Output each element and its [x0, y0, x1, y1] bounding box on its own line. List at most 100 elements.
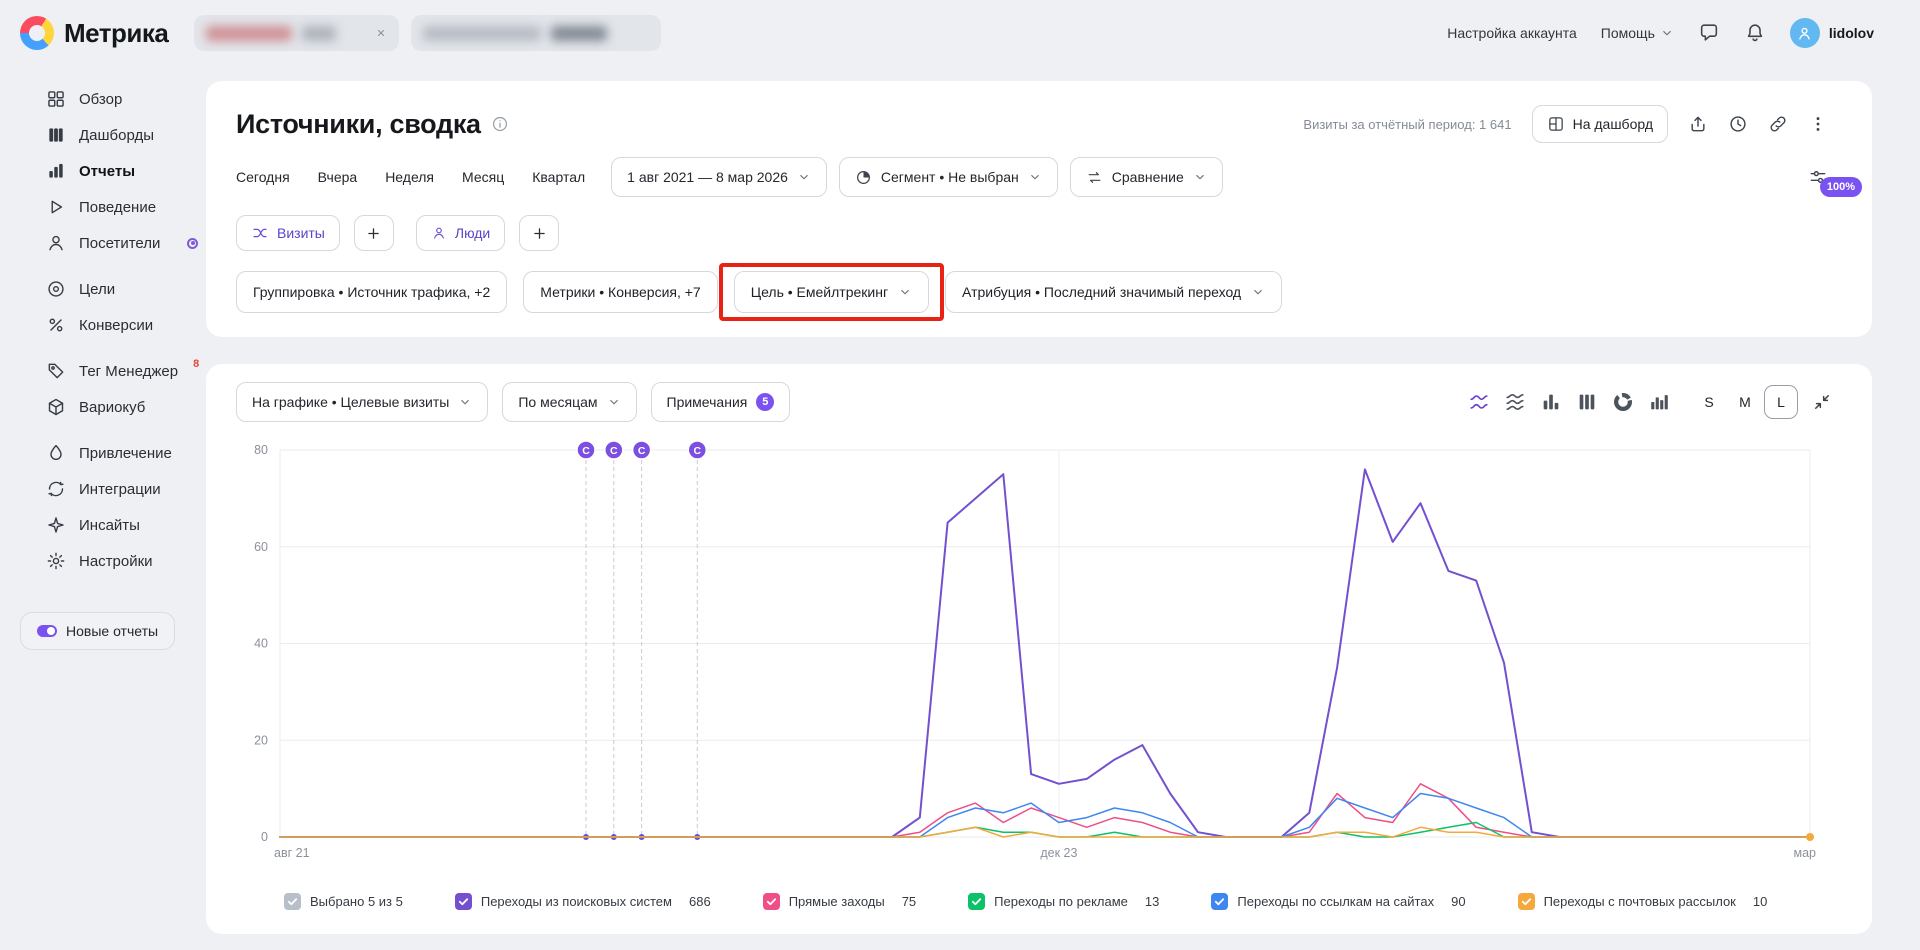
help-label: Помощь: [1601, 25, 1655, 41]
metrica-logo[interactable]: Метрика: [20, 16, 168, 50]
avatar: [1790, 18, 1820, 48]
segment-icon: [855, 169, 872, 186]
redacted-counter-value: [551, 26, 607, 41]
user-menu[interactable]: lidolov: [1790, 18, 1874, 48]
histogram-icon[interactable]: [1644, 387, 1674, 417]
sidebar-item-integrations[interactable]: Интеграции: [0, 474, 206, 504]
more-menu-icon[interactable]: [1808, 114, 1828, 134]
svg-text:0: 0: [261, 830, 268, 844]
filter-chip-metrics[interactable]: Метрики • Конверсия, +7: [523, 271, 717, 313]
sidebar-item-tag-manager[interactable]: Тег Менеджер8: [0, 356, 206, 386]
legend-checkbox[interactable]: [455, 893, 472, 910]
sidebar-item-dashboards[interactable]: Дашборды: [0, 120, 206, 150]
sidebar-item-label: Конверсии: [79, 317, 153, 334]
counter-selector: [194, 15, 661, 51]
note-marker[interactable]: C: [605, 441, 623, 459]
filter-row: Группировка • Источник трафика, +2 Метрик…: [236, 271, 1828, 313]
add-to-dashboard-button[interactable]: На дашборд: [1532, 105, 1668, 143]
filter-chip-label: Метрики • Конверсия, +7: [540, 284, 700, 300]
sidebar-item-acquisition[interactable]: Привлечение: [0, 438, 206, 468]
account-settings-link[interactable]: Настройка аккаунта: [1447, 25, 1577, 41]
period-tab-1[interactable]: Вчера: [318, 169, 358, 185]
copy-link-icon[interactable]: [1768, 114, 1788, 134]
note-marker[interactable]: C: [577, 441, 595, 459]
legend-checkbox[interactable]: [284, 893, 301, 910]
legend-checkbox[interactable]: [968, 893, 985, 910]
grouping-select[interactable]: По месяцам: [502, 382, 636, 422]
compare-icon: [1086, 169, 1103, 186]
legend-value: 90: [1451, 894, 1465, 909]
legend-label: Переходы по ссылкам на сайтах: [1237, 894, 1434, 909]
line-chart-icon[interactable]: [1464, 387, 1494, 417]
filter-chip-goal[interactable]: Цель • Емейлтрекинг: [734, 271, 929, 313]
comparison-picker[interactable]: Сравнение: [1070, 157, 1223, 197]
help-menu[interactable]: Помощь: [1601, 25, 1674, 41]
legend-item-4[interactable]: Переходы с почтовых рассылок10: [1518, 893, 1768, 910]
svg-text:C: C: [693, 445, 701, 457]
period-tab-2[interactable]: Неделя: [385, 169, 434, 185]
sidebar-item-reports[interactable]: Отчеты: [0, 156, 206, 186]
add-visits-metric-button[interactable]: [354, 215, 394, 251]
visits-metric-button[interactable]: Визиты: [236, 215, 340, 251]
filter-chip-attribution[interactable]: Атрибуция • Последний значимый переход: [945, 271, 1282, 313]
close-icon[interactable]: [375, 27, 387, 39]
bar-chart-icon[interactable]: [1536, 387, 1566, 417]
sidebar-item-label: Интеграции: [79, 481, 161, 498]
period-tab-0[interactable]: Сегодня: [236, 169, 290, 185]
chevron-down-icon: [1193, 170, 1207, 184]
sidebar-item-settings[interactable]: Настройки: [0, 546, 206, 576]
donut-chart-icon[interactable]: [1608, 387, 1638, 417]
date-range-picker[interactable]: 1 авг 2021 — 8 мар 2026: [611, 157, 827, 197]
on-chart-select[interactable]: На графике • Целевые визиты: [236, 382, 488, 422]
segment-picker[interactable]: Сегмент • Не выбран: [839, 157, 1058, 197]
area-chart-icon[interactable]: [1500, 387, 1530, 417]
sidebar-item-variocube[interactable]: Вариокуб: [0, 392, 206, 422]
settings-icon: [46, 551, 66, 571]
sidebar-item-behavior[interactable]: Поведение: [0, 192, 206, 222]
info-icon[interactable]: [491, 115, 509, 133]
period-tab-4[interactable]: Квартал: [532, 169, 585, 185]
collapse-icon[interactable]: [1812, 392, 1832, 412]
size-button-S[interactable]: S: [1692, 385, 1726, 419]
notifications-bell-icon[interactable]: [1744, 22, 1766, 44]
live-visitors-dot: [187, 238, 198, 249]
notes-button[interactable]: Примечания 5: [651, 382, 791, 422]
legend-checkbox[interactable]: [1518, 893, 1535, 910]
people-metric-button[interactable]: Люди: [416, 215, 505, 251]
legend-label: Выбрано 5 из 5: [310, 894, 403, 909]
counter-chip[interactable]: [194, 15, 399, 51]
sidebar-item-goals[interactable]: Цели: [0, 274, 206, 304]
counter-search-chip[interactable]: [411, 15, 661, 51]
chat-icon[interactable]: [1698, 22, 1720, 44]
filter-chip-label: Группировка • Источник трафика, +2: [253, 284, 490, 300]
filter-chip-grouping[interactable]: Группировка • Источник трафика, +2: [236, 271, 507, 313]
legend-select-all[interactable]: Выбрано 5 из 5: [284, 893, 403, 910]
chevron-down-icon: [1660, 26, 1674, 40]
legend-item-0[interactable]: Переходы из поисковых систем686: [455, 893, 711, 910]
sidebar-item-visitors[interactable]: Посетители: [0, 228, 206, 258]
sidebar-item-conversions[interactable]: Конверсии: [0, 310, 206, 340]
visitors-icon: [46, 233, 66, 253]
add-people-metric-button[interactable]: [519, 215, 559, 251]
chart-card: На графике • Целевые визиты По месяцам П…: [206, 364, 1872, 934]
legend-label: Переходы по рекламе: [994, 894, 1128, 909]
new-reports-button[interactable]: Новые отчеты: [20, 612, 175, 650]
history-icon[interactable]: [1728, 114, 1748, 134]
line-chart[interactable]: 020406080авг 21дек 23марCCCC: [236, 436, 1822, 864]
legend-item-2[interactable]: Переходы по рекламе13: [968, 893, 1159, 910]
stacked-bar-icon[interactable]: [1572, 387, 1602, 417]
legend-checkbox[interactable]: [763, 893, 780, 910]
share-icon[interactable]: [1688, 114, 1708, 134]
size-button-L[interactable]: L: [1764, 385, 1798, 419]
legend-item-1[interactable]: Прямые заходы75: [763, 893, 916, 910]
sidebar-item-overview[interactable]: Обзор: [0, 84, 206, 114]
note-marker[interactable]: C: [688, 441, 706, 459]
overview-icon: [46, 89, 66, 109]
top-right-nav: Настройка аккаунта Помощь lidolov: [1447, 18, 1874, 48]
sidebar-item-insights[interactable]: Инсайты: [0, 510, 206, 540]
legend-checkbox[interactable]: [1211, 893, 1228, 910]
note-marker[interactable]: C: [633, 441, 651, 459]
size-button-M[interactable]: M: [1728, 385, 1762, 419]
period-tab-3[interactable]: Месяц: [462, 169, 504, 185]
legend-item-3[interactable]: Переходы по ссылкам на сайтах 90: [1211, 893, 1465, 910]
